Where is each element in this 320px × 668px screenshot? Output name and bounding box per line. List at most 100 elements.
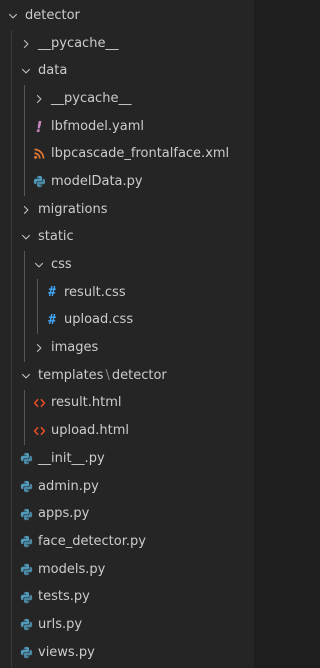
file-label: views.py — [38, 644, 95, 660]
indent-guide — [11, 417, 12, 445]
indent-guide — [37, 278, 38, 307]
file-upload-css[interactable]: # upload.css — [0, 306, 254, 335]
file-views-py[interactable]: views.py — [0, 638, 254, 667]
indent-guide — [24, 140, 25, 169]
folder-label: data — [38, 63, 68, 79]
indent-guide — [24, 389, 25, 418]
folder-label: __pycache__ — [51, 90, 132, 106]
folder-label: migrations — [38, 201, 108, 217]
file-label: lbfmodel.yaml — [51, 118, 144, 134]
file-result-css[interactable]: # result.css — [0, 278, 254, 307]
chevron-down-icon[interactable] — [32, 256, 46, 274]
file-label: upload.css — [64, 312, 134, 328]
folder-label: static — [38, 229, 74, 245]
css-icon: # — [48, 285, 56, 301]
file-explorer-tree: detector __pycache__ data __pycache__! lbfmo… — [0, 0, 254, 668]
indent-guide — [11, 112, 12, 141]
indent-guide — [24, 168, 25, 196]
indent-guide — [11, 223, 12, 252]
yaml-icon: ! — [35, 117, 43, 136]
python-icon — [19, 478, 33, 496]
indent-guide — [24, 278, 25, 307]
chevron-down-icon[interactable] — [6, 7, 20, 25]
css-icon: # — [48, 312, 56, 328]
file-label: tests.py — [38, 589, 90, 605]
indent-guide — [24, 334, 25, 362]
file-label: lbpcascade_frontalface.xml — [51, 146, 230, 162]
python-icon — [19, 450, 33, 468]
file-tests-py[interactable]: tests.py — [0, 583, 254, 612]
chevron-right-icon[interactable] — [32, 90, 46, 108]
indent-guide — [11, 445, 12, 473]
file-lbfmodel-yaml[interactable]: ! lbfmodel.yaml — [0, 112, 254, 141]
chevron-down-icon[interactable] — [19, 367, 33, 385]
indent-guide — [11, 168, 12, 196]
file-upload-html[interactable]: upload.html — [0, 417, 254, 445]
folder-label: css — [51, 257, 72, 273]
chevron-down-icon[interactable] — [19, 228, 33, 246]
file-init-py[interactable]: __init__.py — [0, 445, 254, 473]
folder-label: templates — [38, 367, 104, 383]
indent-guide — [37, 306, 38, 335]
indent-guide — [24, 112, 25, 141]
folder-templates[interactable]: templates \ detector — [0, 361, 254, 390]
file-admin-py[interactable]: admin.py — [0, 472, 254, 501]
indent-guide — [11, 85, 12, 113]
indent-guide — [11, 140, 12, 169]
html-icon — [32, 422, 46, 440]
folder-detector[interactable]: detector — [0, 2, 254, 30]
folder-images[interactable]: images — [0, 334, 254, 362]
indent-guide — [24, 85, 25, 113]
chevron-right-icon[interactable] — [32, 339, 46, 357]
indent-guide — [11, 29, 12, 58]
indent-guide — [24, 306, 25, 335]
folder-pycache[interactable]: __pycache__ — [0, 29, 254, 58]
folder-label: detector — [25, 7, 80, 23]
file-label: apps.py — [38, 506, 90, 522]
file-modeldata-py[interactable]: modelData.py — [0, 168, 254, 196]
file-urls-py[interactable]: urls.py — [0, 611, 254, 639]
indent-guide — [11, 528, 12, 556]
indent-guide — [11, 638, 12, 667]
indent-guide — [11, 251, 12, 279]
file-label: result.html — [51, 395, 122, 411]
path-separator: \ — [105, 368, 110, 384]
file-result-html[interactable]: result.html — [0, 389, 254, 418]
python-icon — [32, 173, 46, 191]
file-apps-py[interactable]: apps.py — [0, 500, 254, 529]
chevron-down-icon[interactable] — [19, 62, 33, 80]
folder-label: images — [51, 340, 99, 356]
indent-guide — [11, 334, 12, 362]
indent-guide — [11, 389, 12, 418]
xml-icon — [32, 145, 46, 163]
file-lbpcascade-frontalface-xml[interactable]: lbpcascade_frontalface.xml — [0, 140, 254, 169]
file-label: models.py — [38, 561, 106, 577]
file-label: urls.py — [38, 616, 83, 632]
chevron-right-icon[interactable] — [19, 201, 33, 219]
folder-label-suffix: detector — [111, 367, 167, 383]
python-icon — [19, 561, 33, 579]
folder-label: __pycache__ — [38, 35, 119, 51]
folder-pycache[interactable]: __pycache__ — [0, 85, 254, 113]
indent-guide — [11, 583, 12, 612]
indent-guide — [11, 57, 12, 86]
file-models-py[interactable]: models.py — [0, 555, 254, 584]
indent-guide — [11, 555, 12, 584]
folder-data[interactable]: data — [0, 57, 254, 86]
indent-guide — [11, 306, 12, 335]
indent-guide — [11, 500, 12, 529]
file-face-detector-py[interactable]: face_detector.py — [0, 528, 254, 556]
scrollbar-track[interactable] — [254, 0, 260, 668]
file-label: upload.html — [51, 423, 130, 439]
python-icon — [19, 533, 33, 551]
folder-static[interactable]: static — [0, 223, 254, 252]
html-icon — [32, 394, 46, 412]
indent-guide — [11, 361, 12, 390]
indent-guide — [11, 472, 12, 501]
indent-guide — [11, 278, 12, 307]
python-icon — [19, 644, 33, 662]
folder-css[interactable]: css — [0, 251, 254, 279]
file-label: modelData.py — [51, 173, 143, 189]
folder-migrations[interactable]: migrations — [0, 195, 254, 224]
chevron-right-icon[interactable] — [19, 35, 33, 53]
